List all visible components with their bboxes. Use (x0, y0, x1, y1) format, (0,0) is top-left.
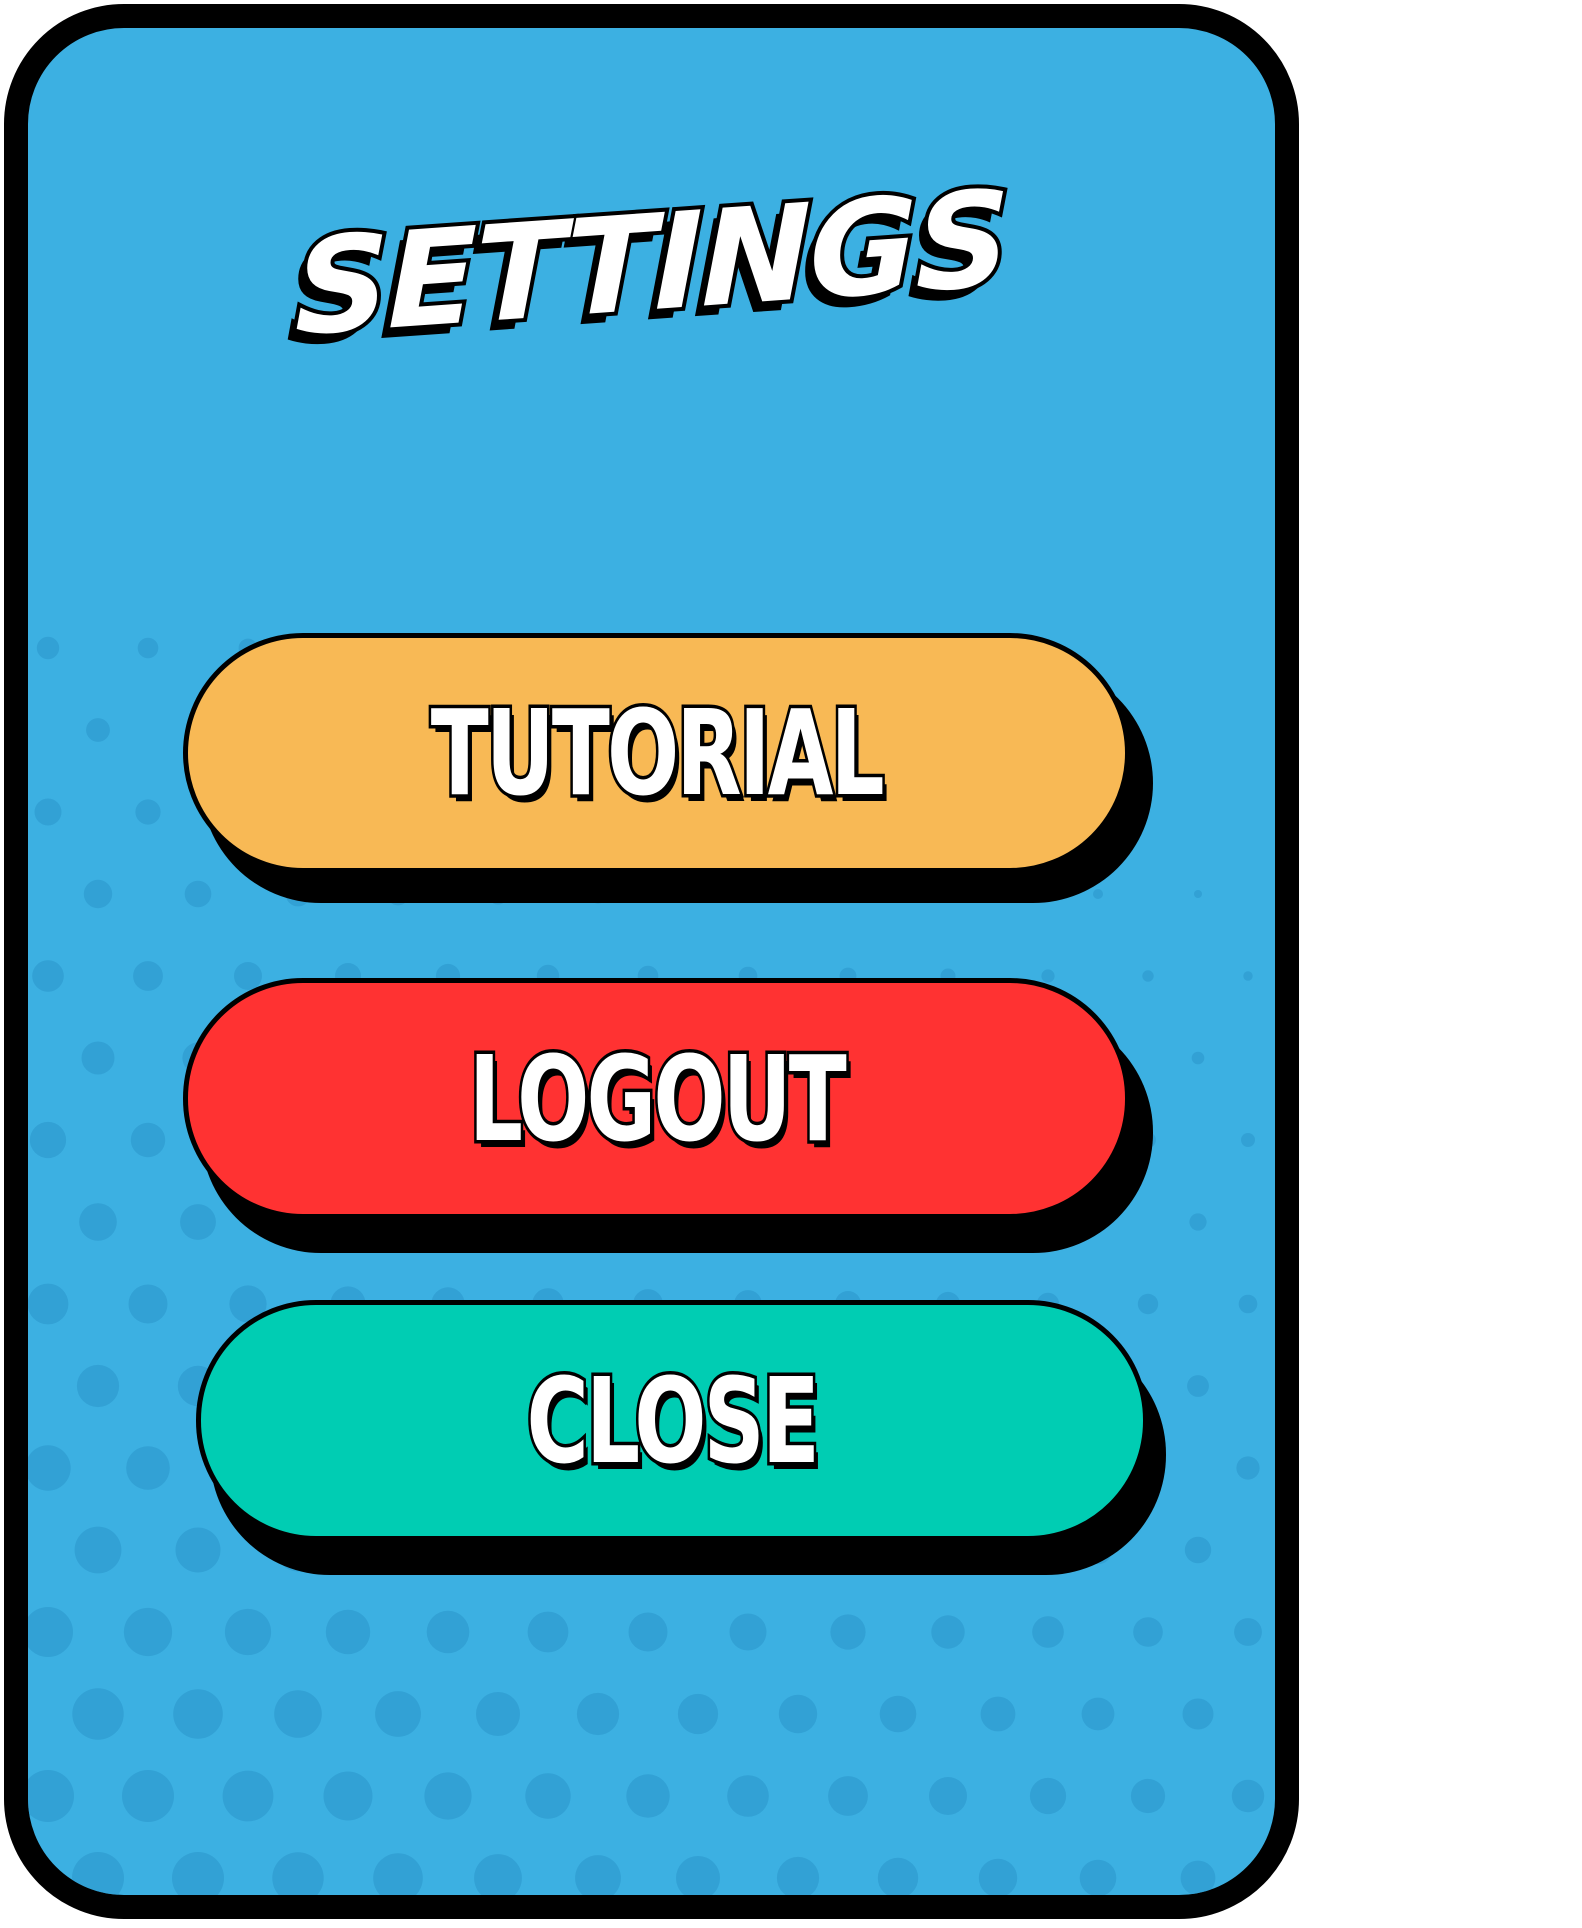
tutorial-button-group: TUTORIAL (183, 633, 1153, 903)
settings-screen: SETTINGS TUTORIAL LOGOUT CLOSE (0, 0, 1582, 1928)
dialog-title: SETTINGS (291, 158, 1013, 370)
close-button-group: CLOSE (196, 1300, 1166, 1575)
close-button[interactable]: CLOSE (196, 1300, 1148, 1541)
settings-dialog: SETTINGS TUTORIAL LOGOUT CLOSE (4, 4, 1299, 1919)
logout-button-group: LOGOUT (183, 978, 1153, 1253)
logout-button-label: LOGOUT (466, 1029, 849, 1168)
close-button-label: CLOSE (524, 1351, 822, 1490)
tutorial-button-label: TUTORIAL (428, 684, 887, 822)
tutorial-button[interactable]: TUTORIAL (183, 633, 1130, 873)
logout-button[interactable]: LOGOUT (183, 978, 1130, 1219)
